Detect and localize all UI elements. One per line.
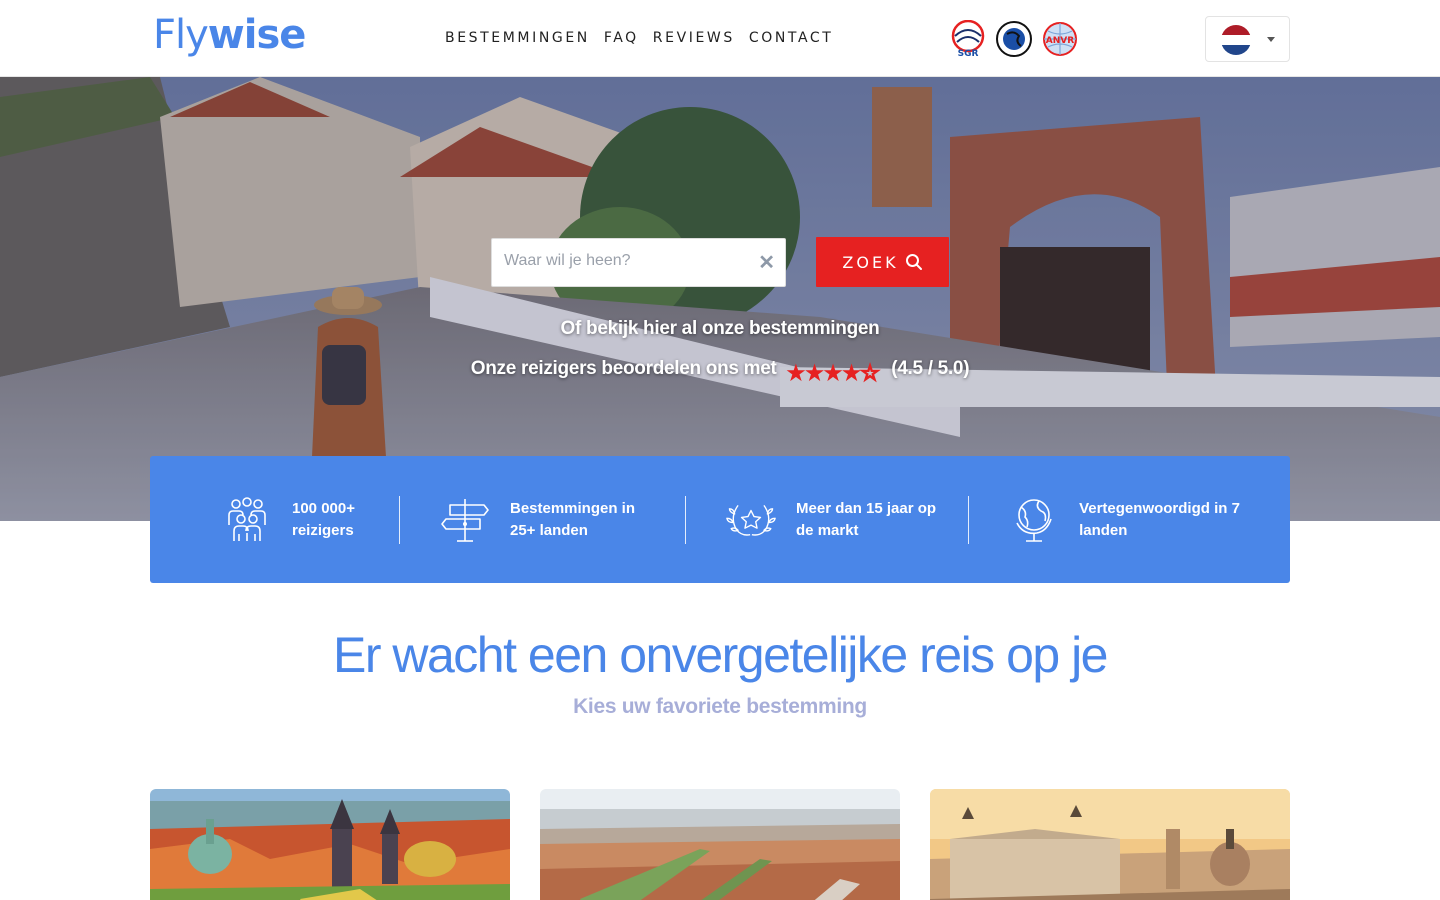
nav-bestemmingen[interactable]: BESTEMMINGEN	[445, 30, 590, 46]
stat-destinations: Bestemmingen in 25+ landen	[440, 496, 635, 544]
stat-text: Meer dan 15 jaar op de markt	[796, 498, 936, 542]
customer-rating: Onze reizigers beoordelen ons met ★ ★ ★ …	[0, 358, 1440, 384]
stat-line1: Meer dan 15 jaar op	[796, 499, 937, 517]
sgr-logo: SGR	[947, 19, 987, 59]
search-button-label: ZOEK	[842, 252, 899, 272]
stat-travellers: 100 000+ reizigers	[222, 496, 355, 544]
stat-line1: Vertegenwoordigd in 7	[1079, 499, 1240, 517]
stat-countries: Vertegenwoordigd in 7 landen	[1009, 496, 1240, 544]
rating-text: Onze reizigers beoordelen ons met	[470, 358, 777, 379]
laurel-star-icon	[726, 495, 776, 545]
destination-image	[540, 789, 900, 900]
star-icon: ★	[842, 361, 861, 385]
dutch-flag-icon	[1221, 25, 1251, 55]
signpost-icon	[440, 495, 490, 545]
site-header: Flywise BESTEMMINGEN FAQ REVIEWS CONTACT…	[0, 0, 1440, 77]
calamiteitenfonds-logo	[993, 20, 1033, 57]
search-icon	[905, 254, 922, 270]
destination-card-city[interactable]	[540, 789, 900, 900]
rating-score: (4.5 / 5.0)	[891, 358, 970, 379]
destination-card-rome[interactable]	[930, 789, 1290, 900]
half-star-icon: ☆	[860, 361, 880, 385]
stat-text: Vertegenwoordigd in 7 landen	[1079, 498, 1240, 542]
star-icon: ★	[805, 361, 824, 385]
search-input[interactable]	[504, 252, 744, 270]
all-destinations-link[interactable]: Of bekijk hier al onze bestemmingen	[0, 318, 1440, 340]
chevron-down-icon	[1267, 37, 1275, 42]
rating-stars: ★ ★ ★ ★ ☆	[786, 361, 880, 385]
nav-faq[interactable]: FAQ	[604, 30, 639, 46]
sgr-logo-label: SGR	[958, 49, 979, 58]
nav-contact[interactable]: CONTACT	[749, 30, 834, 46]
logo-part-wise: wise	[207, 12, 307, 58]
stat-text: Bestemmingen in 25+ landen	[510, 498, 635, 542]
globe-icon	[1009, 495, 1059, 545]
people-group-icon	[222, 495, 272, 545]
stat-line2: reizigers	[292, 521, 354, 539]
section-title: Er wacht een onvergetelijke reis op je	[332, 627, 1109, 683]
main-nav: BESTEMMINGEN FAQ REVIEWS CONTACT	[445, 30, 847, 46]
logo-part-fly: Fly	[153, 12, 209, 58]
destination-image	[930, 789, 1290, 900]
stat-line2: landen	[1079, 521, 1128, 539]
anvr-logo: ANVR	[1039, 20, 1079, 56]
section-subtitle: Kies uw favoriete bestemming	[573, 695, 867, 718]
destination-image	[150, 789, 510, 900]
language-selector[interactable]	[1205, 16, 1290, 62]
stats-band: 100 000+ reizigers Bestemmingen in 25+ l…	[150, 456, 1290, 583]
stat-line2: 25+ landen	[509, 521, 588, 539]
stat-divider	[968, 495, 970, 544]
stat-divider	[398, 495, 400, 544]
anvr-logo-label: ANVR	[1046, 36, 1074, 46]
hero-background-image	[0, 77, 1440, 521]
stat-experience: Meer dan 15 jaar op de markt	[726, 496, 936, 544]
stat-line2: de markt	[796, 521, 859, 539]
partner-logos: SGR ANVR	[947, 19, 1079, 59]
stat-text: 100 000+ reizigers	[292, 498, 355, 542]
hero-section: ✕ ZOEK Of bekijk hier al onze bestemming…	[0, 77, 1440, 521]
destination-card-prague[interactable]	[150, 789, 510, 900]
search-button[interactable]: ZOEK	[816, 237, 949, 287]
stat-line1: 100 000+	[292, 499, 355, 517]
stat-divider	[685, 495, 687, 544]
stat-line1: Bestemmingen in	[509, 499, 636, 517]
destination-search: ✕	[491, 238, 786, 287]
clear-icon[interactable]: ✕	[758, 251, 775, 275]
logo[interactable]: Flywise	[153, 12, 307, 58]
star-icon: ★	[823, 361, 843, 385]
nav-reviews[interactable]: REVIEWS	[653, 30, 735, 46]
star-icon: ★	[786, 361, 806, 385]
